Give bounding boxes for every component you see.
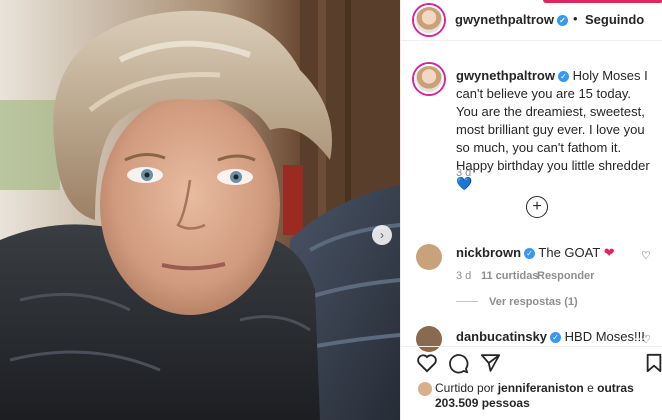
comment-text: HBD Moses!!! — [564, 329, 645, 344]
verified-icon: ✓ — [557, 71, 569, 83]
liked-by-connector: e — [587, 381, 594, 395]
following-button[interactable]: Seguindo — [585, 12, 644, 27]
comment-1: nickbrown ✓ The GOAT ❤ — [456, 245, 615, 261]
save-bookmark-icon[interactable] — [645, 353, 662, 373]
post-caption: gwynethpaltrow ✓ Holy Moses I can't belie… — [456, 67, 656, 193]
comment-2: danbucatinsky ✓ HBD Moses!!! — [456, 329, 645, 344]
reply-button[interactable]: Responder — [537, 270, 594, 282]
author-avatar[interactable] — [414, 5, 444, 35]
liked-by-user[interactable]: jenniferaniston — [498, 381, 584, 395]
comment-like-heart-icon[interactable]: ♡ — [641, 333, 651, 346]
author-username-text[interactable]: gwynethpaltrow — [455, 12, 554, 27]
caption-time: 3 d — [456, 167, 472, 179]
post-photo: › — [0, 0, 400, 420]
add-circle-icon[interactable]: + — [526, 196, 548, 218]
comment-like-heart-icon[interactable]: ♡ — [641, 249, 651, 262]
liked-by-text: Curtido por jenniferaniston e outras 203… — [435, 381, 655, 411]
photo-illustration — [0, 0, 400, 420]
verified-icon: ✓ — [550, 332, 562, 344]
caption-text: Holy Moses I can't believe you are 15 to… — [456, 68, 650, 173]
like-heart-icon[interactable] — [416, 353, 438, 373]
caption-username[interactable]: gwynethpaltrow — [456, 68, 555, 83]
view-replies-button[interactable]: Ver respostas (1) — [489, 296, 578, 308]
caption-avatar[interactable] — [414, 64, 444, 94]
share-paper-plane-icon[interactable] — [480, 353, 501, 373]
comment-likes[interactable]: 11 curtidas — [481, 270, 538, 282]
comment-bubble-icon[interactable] — [448, 353, 469, 374]
liked-by-prefix: Curtido por — [435, 381, 495, 395]
post-header: gwynethpaltrow ✓ • Seguindo — [401, 0, 662, 41]
author-username[interactable]: gwynethpaltrow ✓ — [455, 12, 568, 27]
replies-line — [456, 301, 478, 302]
verified-icon: ✓ — [524, 248, 536, 260]
comment-username[interactable]: nickbrown — [456, 245, 521, 260]
verified-icon: ✓ — [556, 15, 568, 27]
comment-username[interactable]: danbucatinsky — [456, 329, 547, 344]
comment-time: 3 d — [456, 270, 472, 282]
comment-avatar[interactable] — [416, 326, 442, 352]
actions-divider — [401, 346, 662, 347]
carousel-next-button[interactable]: › — [372, 225, 392, 245]
post-sidebar: gwynethpaltrow ✓ • Seguindo gwynethpaltro… — [400, 0, 662, 420]
comment-text: The GOAT — [538, 245, 601, 260]
red-heart-emoji: ❤ — [603, 245, 615, 260]
liker-avatar[interactable] — [418, 382, 432, 396]
comment-avatar[interactable] — [416, 244, 442, 270]
separator-dot: • — [573, 11, 578, 26]
